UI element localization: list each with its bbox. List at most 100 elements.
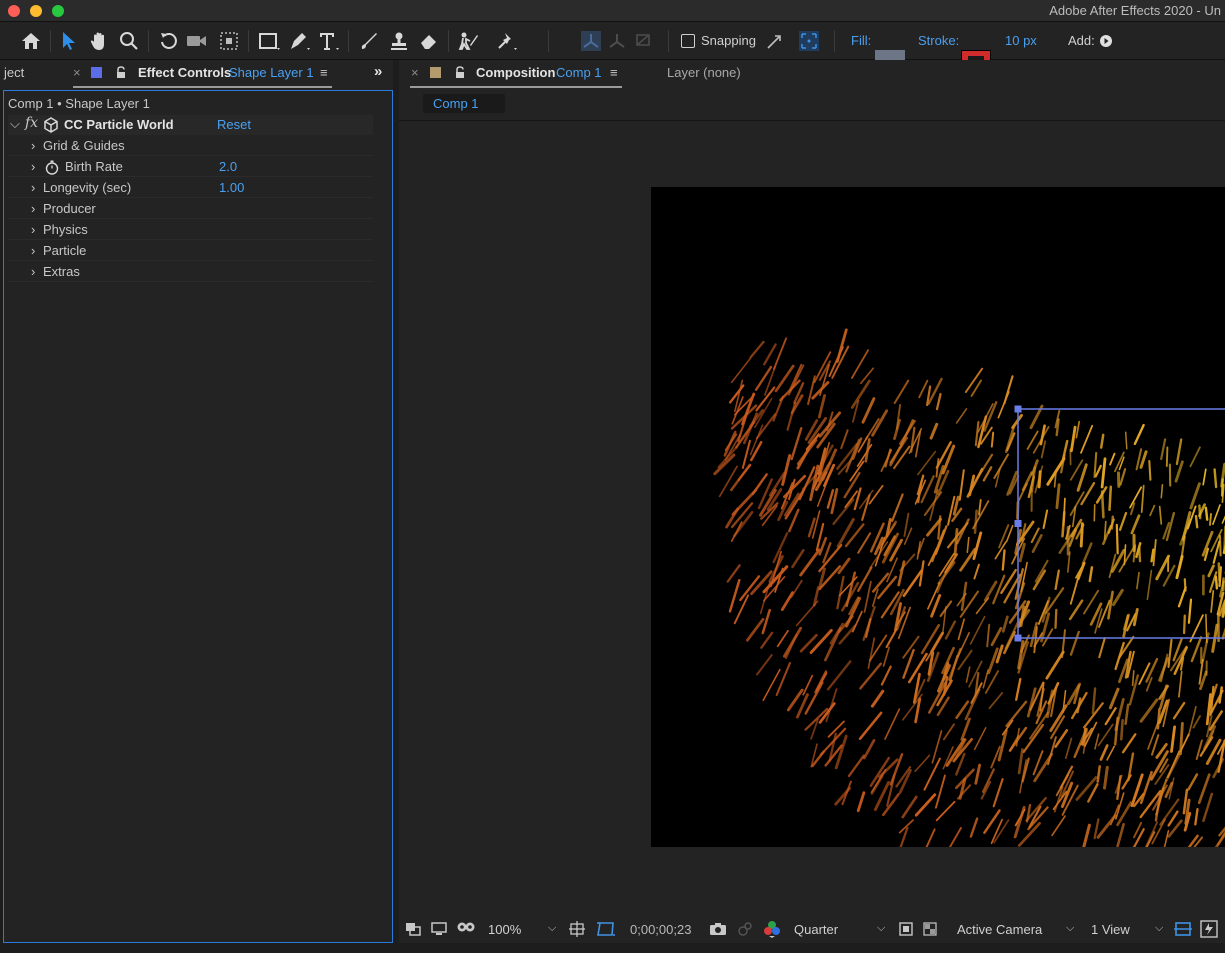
lock-icon[interactable] [116,66,126,81]
stopwatch-icon[interactable] [45,160,59,178]
property-row-particle[interactable]: › Particle [8,241,373,261]
home-icon[interactable] [18,27,44,55]
breadcrumb: Comp 1 • Shape Layer 1 [8,94,373,114]
property-row-producer[interactable]: › Producer [8,199,373,219]
close-tab-icon[interactable]: × [73,65,81,80]
local-axis-mode-icon[interactable] [580,27,602,55]
roto-brush-icon[interactable] [456,27,482,55]
birth-rate-value[interactable]: 2.0 [219,159,237,174]
property-row-grid-guides[interactable]: › Grid & Guides [8,136,373,156]
monitor-icon[interactable] [431,922,447,939]
type-tool-icon[interactable] [316,27,342,55]
always-preview-icon[interactable] [405,922,421,939]
snap-edge-icon[interactable] [764,27,786,55]
composition-tab-title[interactable]: Composition [476,65,555,80]
view-layout-dropdown-icon[interactable]: ⌵ [1155,922,1163,935]
rectangle-tool-icon[interactable] [256,27,282,55]
app-title: Adobe After Effects 2020 - Un [1049,3,1221,18]
stroke-width-value[interactable]: 10 px [1005,33,1037,48]
3d-view-dropdown[interactable]: Active Camera [957,922,1042,937]
pan-behind-tool-icon[interactable] [216,27,242,55]
effect-controls-tab-title[interactable]: Effect Controls [138,65,231,80]
zoom-window-button[interactable] [52,5,64,17]
chevron-right-icon[interactable]: › [31,180,35,195]
breadcrumb-text: Comp 1 • Shape Layer 1 [8,96,150,111]
camera-tool-icon[interactable] [184,27,210,55]
show-snapshot-icon[interactable] [737,921,753,940]
resolution-dropdown-icon[interactable]: ⌵ [877,922,885,935]
comp-sub-tab-label: Comp 1 [433,96,479,111]
composition-tab-comp-name[interactable]: Comp 1 [556,65,602,80]
3d-view-dropdown-icon[interactable]: ⌵ [1066,922,1074,935]
project-tab[interactable]: ject [4,65,24,80]
zoom-tool-icon[interactable] [116,27,142,55]
effect-header-row[interactable]: ⌵ fx CC Particle World Reset [8,115,373,135]
lock-icon[interactable] [455,66,465,81]
snapping-checkbox[interactable] [680,27,696,55]
chevron-right-icon[interactable]: › [31,222,35,237]
panel-overflow-icon[interactable]: » [374,63,382,80]
snap-feature-icon[interactable] [797,27,821,55]
fast-draft-icon[interactable] [1200,920,1218,941]
transparency-grid-icon[interactable] [923,922,937,939]
fill-label[interactable]: Fill: [851,33,871,48]
fx-toggle[interactable]: fx [25,115,38,131]
rotate-tool-icon[interactable] [156,27,182,55]
effect-controls-layer-name[interactable]: Shape Layer 1 [229,65,314,80]
grid-guides-icon[interactable] [569,921,585,940]
toggle-pixel-aspect-icon[interactable] [1174,920,1192,941]
current-timecode[interactable]: 0;00;00;23 [630,922,691,937]
chevron-right-icon[interactable]: › [31,243,35,258]
property-label: Birth Rate [65,159,123,174]
chevron-down-icon[interactable]: ⌵ [10,116,20,132]
hand-tool-icon[interactable] [86,27,112,55]
stroke-label[interactable]: Stroke: [918,33,959,48]
magnification-value[interactable]: 100% [488,922,521,937]
minimize-window-button[interactable] [30,5,42,17]
property-row-longevity[interactable]: › Longevity (sec) 1.00 [8,178,373,198]
3d-cube-icon [43,117,59,136]
property-row-extras[interactable]: › Extras [8,262,373,282]
tools-toolbar: Snapping Fill: Stroke: 10 px Add: [0,22,1225,72]
resolution-dropdown[interactable]: Quarter [794,922,838,937]
add-menu-icon[interactable] [1098,27,1114,55]
property-label: Extras [43,264,80,279]
layer-tab[interactable]: Layer (none) [667,65,741,80]
composition-viewer[interactable] [651,187,1225,847]
shape-layer-bounding-box[interactable] [651,187,1225,847]
effect-reset-button[interactable]: Reset [217,117,251,132]
close-tab-icon[interactable]: × [411,65,419,80]
panel-menu-icon[interactable]: ≡ [320,65,328,80]
view-axis-mode-icon[interactable] [632,27,654,55]
transform-handle [1014,520,1022,527]
comp-sub-tab[interactable]: Comp 1 [423,94,505,113]
chevron-right-icon[interactable]: › [31,138,35,153]
close-window-button[interactable] [8,5,20,17]
pen-tool-icon[interactable] [286,27,312,55]
brush-tool-icon[interactable] [356,27,382,55]
puppet-pin-icon[interactable] [494,27,520,55]
fast-previews-icon[interactable] [899,922,913,939]
magnification-dropdown-icon[interactable]: ⌵ [548,922,556,935]
snapping-label: Snapping [701,33,756,48]
effect-name[interactable]: CC Particle World [64,117,174,132]
color-channels-icon[interactable] [763,920,781,941]
chevron-right-icon[interactable]: › [31,264,35,279]
view-layout-dropdown[interactable]: 1 View [1091,922,1130,937]
comp-flowchart-divider [399,120,1225,121]
panel-menu-icon[interactable]: ≡ [610,65,618,80]
snapshot-camera-icon[interactable] [709,922,727,939]
longevity-value[interactable]: 1.00 [219,180,244,195]
chevron-right-icon[interactable]: › [31,201,35,216]
effect-controls-panel: Comp 1 • Shape Layer 1 ⌵ fx CC Particle … [3,90,393,943]
world-axis-mode-icon[interactable] [606,27,628,55]
eraser-icon[interactable] [416,27,442,55]
clone-stamp-icon[interactable] [386,27,412,55]
property-label: Grid & Guides [43,138,125,153]
chevron-right-icon[interactable]: › [31,159,35,174]
property-row-birth-rate[interactable]: › Birth Rate 2.0 [8,157,373,177]
region-of-interest-icon[interactable] [596,920,616,941]
mask-visibility-icon[interactable] [456,921,476,938]
selection-tool-icon[interactable] [56,27,82,55]
property-row-physics[interactable]: › Physics [8,220,373,240]
